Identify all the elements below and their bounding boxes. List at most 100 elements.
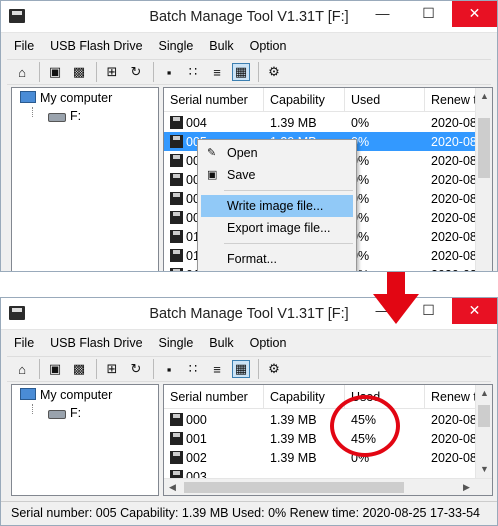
menu-bar: File USB Flash Drive Single Bulk Option [7,332,491,354]
list-view-icon[interactable]: ≡ [208,63,226,81]
floppy-icon [170,172,183,186]
table-row[interactable]: 000 1.39 MB 45% 2020-08 [164,410,492,429]
vertical-scrollbar[interactable]: ▲ ▼ [475,385,492,478]
scroll-thumb[interactable] [184,482,404,493]
scroll-thumb[interactable] [478,118,490,178]
home-icon[interactable]: ⌂ [13,360,31,378]
column-header-serial[interactable]: Serial number [164,88,264,112]
menu-bulk[interactable]: Bulk [202,336,242,350]
scroll-left-icon[interactable]: ◀ [164,479,181,495]
horizontal-scrollbar[interactable]: ◀ ▶ [164,478,492,495]
tree-item-my-computer[interactable]: My computer [18,91,112,105]
computer-icon [18,91,36,105]
home-icon[interactable]: ⌂ [13,63,31,81]
table-row[interactable]: 002 1.39 MB 0% 2020-08 [164,448,492,467]
menu-bulk[interactable]: Bulk [202,39,242,53]
floppy-icon [170,248,183,262]
refresh-icon[interactable]: ↻ [127,63,145,81]
vertical-scrollbar[interactable]: ▲ [475,88,492,271]
context-menu-format[interactable]: Format... [201,248,353,270]
menu-separator [224,243,353,244]
tree-view: My computer F: [11,384,159,496]
grid-icon[interactable]: ⊞ [103,63,121,81]
computer-icon [18,388,36,402]
highlight-circle-annotation [330,395,400,457]
details-view-icon[interactable]: ▦ [232,360,250,378]
menu-file[interactable]: File [7,336,43,350]
menu-bar: File USB Flash Drive Single Bulk Option [7,35,491,57]
title-bar: Batch Manage Tool V1.31T [F:] — ☐ ✕ [1,1,497,33]
column-header-capability[interactable]: Capability [264,385,345,409]
settings-icon[interactable]: ⚙ [265,63,283,81]
floppy-icon [170,191,183,205]
top-window: Batch Manage Tool V1.31T [F:] — ☐ ✕ File… [0,0,498,272]
open-icon: ✎ [207,147,217,159]
small-icons-view-icon[interactable]: ∷ [184,360,202,378]
menu-single[interactable]: Single [152,39,203,53]
close-button[interactable]: ✕ [452,298,497,324]
arrow-head [373,294,419,324]
column-header-renew[interactable]: Renew t [425,385,477,409]
menu-usb-flash-drive[interactable]: USB Flash Drive [43,336,151,350]
context-menu-save[interactable]: ▣ Save [201,164,353,186]
scroll-up-icon[interactable]: ▲ [476,385,492,402]
large-icons-view-icon[interactable]: ▪ [160,63,178,81]
menu-option[interactable]: Option [243,39,296,53]
list-view-icon[interactable]: ≡ [208,360,226,378]
context-menu-label: Open [227,146,258,160]
maximize-button[interactable]: ☐ [406,1,451,27]
close-button[interactable]: ✕ [452,1,497,27]
save-all-icon[interactable]: ▩ [70,63,88,81]
tree-view: My computer F: [11,87,159,271]
list-header: Serial number Capability Used Renew t [164,88,492,112]
table-row[interactable]: 004 1.39 MB 0% 2020-08 [164,113,492,132]
bottom-window: Batch Manage Tool V1.31T [F:] — ☐ ✕ File… [0,297,498,526]
grid-icon[interactable]: ⊞ [103,360,121,378]
column-header-renew[interactable]: Renew t [425,88,477,112]
menu-option[interactable]: Option [243,336,296,350]
save-icon: ▣ [207,169,218,181]
toolbar-separator [258,359,259,379]
menu-separator [224,190,353,191]
floppy-icon [170,412,183,426]
save-all-icon[interactable]: ▩ [70,360,88,378]
save-icon[interactable]: ▣ [46,63,64,81]
scroll-right-icon[interactable]: ▶ [458,479,475,495]
toolbar-separator [258,62,259,82]
context-menu-export-image[interactable]: Export image file... [201,217,353,239]
tree-item-label: My computer [40,91,113,105]
scroll-up-icon[interactable]: ▲ [476,88,492,105]
floppy-icon [170,431,183,445]
column-header-capability[interactable]: Capability [264,88,345,112]
column-header-serial[interactable]: Serial number [164,385,264,409]
tree-item-drive[interactable]: F: [48,109,81,123]
large-icons-view-icon[interactable]: ▪ [160,360,178,378]
minimize-button[interactable]: — [360,1,405,27]
table-row[interactable]: 001 1.39 MB 45% 2020-08 [164,429,492,448]
scroll-down-icon[interactable]: ▼ [476,461,492,478]
scroll-thumb[interactable] [478,405,490,427]
menu-single[interactable]: Single [152,336,203,350]
settings-icon[interactable]: ⚙ [265,360,283,378]
small-icons-view-icon[interactable]: ∷ [184,63,202,81]
menu-usb-flash-drive[interactable]: USB Flash Drive [43,39,151,53]
context-menu-open[interactable]: ✎ Open [201,142,353,164]
floppy-icon [170,229,183,243]
tree-item-drive[interactable]: F: [48,406,81,420]
context-menu-label: Write image file... [227,199,324,213]
toolbar-separator [39,62,40,82]
toolbar-separator [96,359,97,379]
toolbar-separator [153,359,154,379]
menu-file[interactable]: File [7,39,43,53]
tree-item-my-computer[interactable]: My computer [18,388,112,402]
context-menu-write-image[interactable]: Write image file... [201,195,353,217]
refresh-icon[interactable]: ↻ [127,360,145,378]
column-header-used[interactable]: Used [345,88,425,112]
context-menu-label: Export image file... [227,221,331,235]
arrow-shaft [387,272,405,296]
toolbar-separator [96,62,97,82]
save-icon[interactable]: ▣ [46,360,64,378]
tree-item-label: F: [70,109,82,123]
floppy-icon [170,267,183,271]
details-view-icon[interactable]: ▦ [232,63,250,81]
